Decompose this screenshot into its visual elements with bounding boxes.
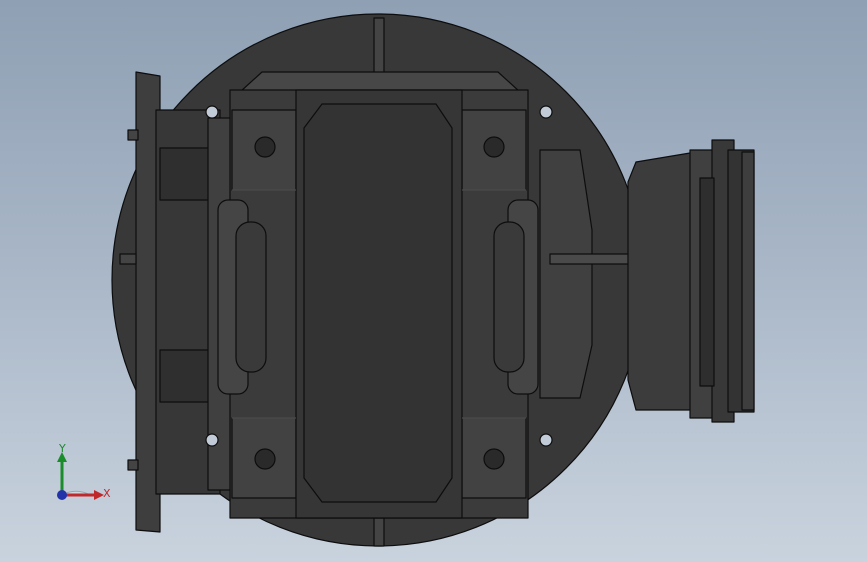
right-motor-block [627,139,755,423]
flange-hole [205,433,219,447]
mounting-boss-top-right [461,109,527,191]
mounting-boss-bottom-right [461,417,527,499]
left-flange [119,71,235,533]
left-bulge [217,199,267,395]
right-cone [539,149,593,399]
right-bulge [493,199,539,395]
mounting-boss-top-left [231,109,297,191]
flange-hole [205,105,219,119]
y-axis-label: Y [59,442,66,455]
mounting-boss-bottom-left [231,417,297,499]
graphics-viewport[interactable]: Y X [0,0,867,562]
coordinate-triad: Y X [40,440,120,510]
x-axis-label: X [103,487,111,500]
top-cover [239,71,521,93]
right-shaft [549,253,639,265]
center-cover-plate [303,103,453,503]
bottom-rib [373,517,385,547]
gearbox-model[interactable] [0,0,867,562]
flange-hole [539,105,553,119]
flange-hole [539,433,553,447]
